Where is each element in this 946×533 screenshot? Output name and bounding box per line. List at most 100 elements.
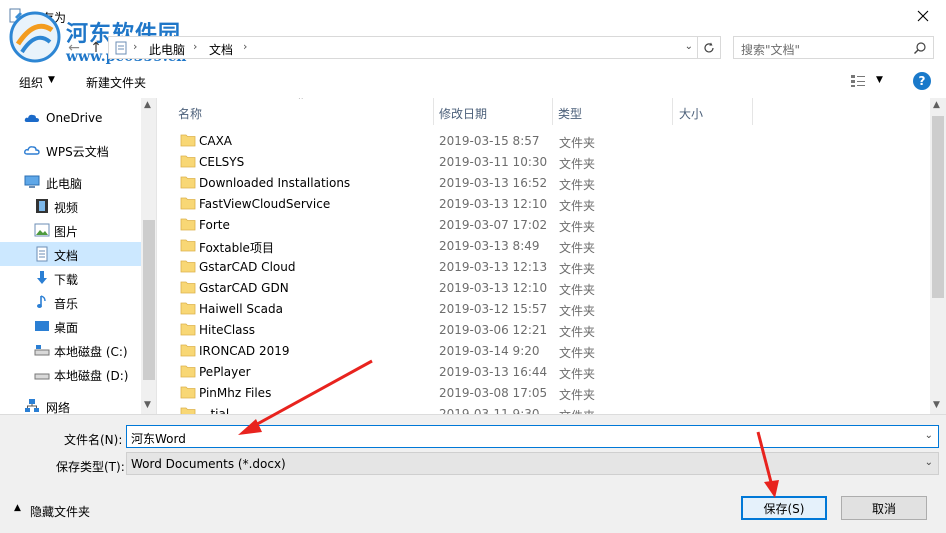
nav-item-this-pc[interactable]: 此电脑 [0,170,141,194]
nav-item-documents[interactable]: 文档 [0,242,141,266]
file-type: 文件夹 [559,346,596,360]
address-bar[interactable]: › 此电脑 › 文档 › ⌄ [108,36,698,59]
table-row[interactable]: CELSYS 2019-03-11 10:30 文件夹 [160,151,930,172]
breadcrumb-documents[interactable]: 文档 [209,41,233,58]
file-date: 2019-03-15 8:57 [439,134,540,148]
file-name[interactable]: Downloaded Installations [199,176,350,190]
folder-icon [180,407,196,414]
file-date: 2019-03-13 12:10 [439,281,548,295]
up-button[interactable]: ↑ [86,38,106,58]
table-row[interactable]: CAXA 2019-03-15 8:57 文件夹 [160,130,930,151]
breadcrumb-separator-icon[interactable]: › [193,40,197,53]
filename-field[interactable]: 河东Word ⌄ [126,425,939,448]
scroll-down-icon[interactable]: ▼ [933,400,940,410]
back-button[interactable]: ← [64,38,84,58]
breadcrumb-this-pc[interactable]: 此电脑 [149,41,185,58]
column-header-name[interactable]: ⌃ 名称 [160,98,434,125]
filetype-value[interactable]: Word Documents (*.docx) [131,457,286,471]
table-row[interactable]: Foxtable项目 2019-03-13 8:49 文件夹 [160,235,930,256]
refresh-button[interactable] [698,36,721,59]
address-dropdown-icon[interactable]: ⌄ [685,41,693,52]
file-date: 2019-03-11 10:30 [439,155,548,169]
nav-item-drive-d[interactable]: 本地磁盘 (D:) [0,362,141,386]
file-type: 文件夹 [559,262,596,276]
file-name[interactable]: FastViewCloudService [199,197,330,211]
save-as-icon [9,8,22,23]
chevron-down-icon[interactable]: ▼ [48,75,55,85]
file-name[interactable]: HiteClass [199,323,255,337]
nav-item-music[interactable]: 音乐 [0,290,141,314]
scroll-up-icon[interactable]: ▲ [933,100,940,110]
view-dropdown-icon[interactable]: ▼ [876,75,883,85]
file-list-scrollbar[interactable]: ▲ ▼ [930,98,946,414]
file-name[interactable]: CELSYS [199,155,244,169]
navigation-pane: OneDrive WPS云文档 此电脑 视频 图片 文档 下载 音乐 桌面 本地… [0,98,157,414]
chevron-up-icon[interactable]: ▲ [14,503,21,513]
desktop-icon [35,321,49,331]
table-row[interactable]: GstarCAD Cloud 2019-03-13 12:13 文件夹 [160,256,930,277]
chevron-down-icon[interactable]: ⌄ [925,457,933,468]
scroll-down-icon[interactable]: ▼ [144,400,151,410]
scroll-up-icon[interactable]: ▲ [144,100,151,110]
refresh-icon [704,42,714,52]
column-header-size[interactable]: 大小 [673,98,753,125]
table-row[interactable]: IRONCAD 2019 2019-03-14 9:20 文件夹 [160,340,930,361]
save-button[interactable]: 保存(S) [741,496,827,520]
filetype-select[interactable]: Word Documents (*.docx) ⌄ [126,452,939,475]
file-name[interactable]: Haiwell Scada [199,302,283,316]
file-name[interactable]: ...tial... [199,407,241,414]
cancel-button[interactable]: 取消 [841,496,927,520]
table-row[interactable]: HiteClass 2019-03-06 12:21 文件夹 [160,319,930,340]
nav-item-drive-c[interactable]: 本地磁盘 (C:) [0,338,141,362]
new-folder-button[interactable]: 新建文件夹 [86,74,146,91]
close-button[interactable] [900,0,946,32]
table-row[interactable]: Downloaded Installations 2019-03-13 16:52… [160,172,930,193]
column-header-type[interactable]: 类型 [553,98,673,125]
table-row[interactable]: PinMhz Files 2019-03-08 17:05 文件夹 [160,382,930,403]
nav-item-pictures[interactable]: 图片 [0,218,141,242]
hide-folders-label[interactable]: 隐藏文件夹 [30,503,90,520]
column-divider[interactable] [752,98,753,125]
nav-item-onedrive[interactable]: OneDrive [0,106,141,130]
table-row[interactable]: FastViewCloudService 2019-03-13 12:10 文件夹 [160,193,930,214]
folder-icon [180,239,196,252]
file-name[interactable]: IRONCAD 2019 [199,344,289,358]
file-date: 2019-03-14 9:20 [439,344,540,358]
scrollbar-thumb[interactable] [932,116,944,298]
table-row[interactable]: ...tial... 2019-03-11 9:30 文件夹 [160,403,930,414]
file-name[interactable]: Foxtable项目 [199,239,274,256]
view-options-icon[interactable] [850,74,866,88]
nav-scrollbar[interactable]: ▲ ▼ [141,98,156,414]
nav-item-wps-cloud[interactable]: WPS云文档 [0,138,141,162]
nav-item-downloads[interactable]: 下载 [0,266,141,290]
table-row[interactable]: PePlayer 2019-03-13 16:44 文件夹 [160,361,930,382]
file-name[interactable]: PinMhz Files [199,386,271,400]
file-name[interactable]: GstarCAD Cloud [199,260,295,274]
nav-item-network[interactable]: 网络 [0,394,141,414]
table-row[interactable]: GstarCAD GDN 2019-03-13 12:10 文件夹 [160,277,930,298]
file-name[interactable]: Forte [199,218,230,232]
folder-icon [180,155,196,168]
cloud-icon [24,114,39,122]
filename-value[interactable]: 河东Word [131,430,186,447]
breadcrumb-separator-icon[interactable]: › [133,40,137,53]
file-name[interactable]: CAXA [199,134,232,148]
breadcrumb-separator-icon[interactable]: › [243,40,247,53]
file-name[interactable]: PePlayer [199,365,251,379]
organize-button[interactable]: 组织 [19,74,43,91]
file-date: 2019-03-06 12:21 [439,323,548,337]
chevron-down-icon[interactable]: ⌄ [925,430,933,441]
nav-item-videos[interactable]: 视频 [0,194,141,218]
help-button[interactable]: ? [913,72,931,90]
scrollbar-thumb[interactable] [143,220,155,380]
close-icon [917,10,929,22]
filetype-label: 保存类型(T): [56,460,125,474]
table-row[interactable]: Forte 2019-03-07 17:02 文件夹 [160,214,930,235]
file-type: 文件夹 [559,157,596,171]
nav-item-desktop[interactable]: 桌面 [0,314,141,338]
search-box[interactable]: 搜索"文档" [733,36,934,59]
table-row[interactable]: Haiwell Scada 2019-03-12 15:57 文件夹 [160,298,930,319]
file-name[interactable]: GstarCAD GDN [199,281,289,295]
column-header-date[interactable]: 修改日期 [434,98,552,125]
search-input[interactable]: 搜索"文档" [741,41,800,58]
